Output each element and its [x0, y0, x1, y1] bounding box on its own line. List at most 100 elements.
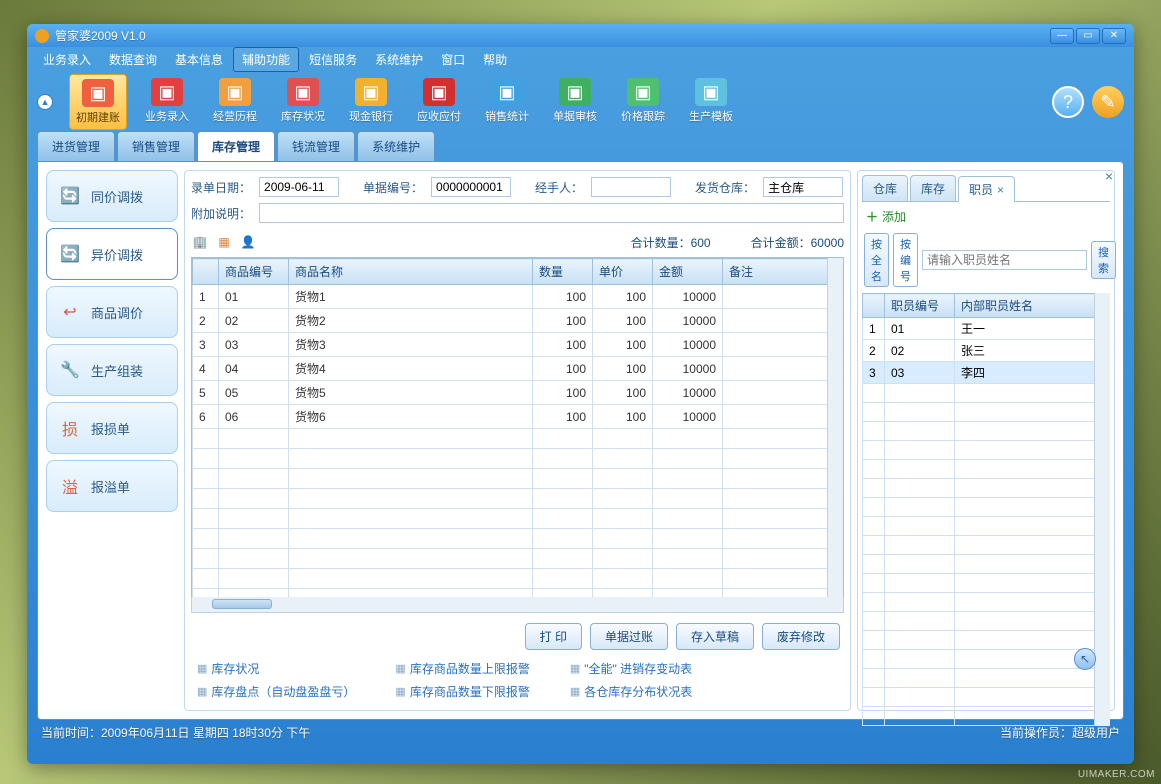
- grid-header-1[interactable]: 商品编号: [219, 259, 289, 285]
- date-input[interactable]: [259, 177, 339, 197]
- toolbar-icon-5: ▣: [423, 78, 455, 106]
- add-button[interactable]: ＋ 添加: [862, 202, 1110, 231]
- table-row[interactable]: 303货物310010010000: [193, 333, 843, 357]
- toolbar-9[interactable]: ▣生产模板: [683, 74, 739, 130]
- rp-header-1[interactable]: 职员编号: [885, 294, 955, 318]
- toolbar-0[interactable]: ▣初期建账: [69, 74, 127, 130]
- handler-label: 经手人：: [535, 179, 583, 196]
- right-panel-close-icon[interactable]: ×: [1105, 168, 1113, 184]
- collapse-toolbar-button[interactable]: ▲: [37, 94, 53, 110]
- table-row[interactable]: 404货物410010010000: [193, 357, 843, 381]
- quick-link-1-0[interactable]: 库存商品数量上限报警: [395, 660, 529, 677]
- menu-4[interactable]: 短信服务: [301, 48, 365, 71]
- menu-5[interactable]: 系统维护: [367, 48, 431, 71]
- main-tab-4[interactable]: 系统维护: [357, 131, 435, 161]
- docno-input[interactable]: [431, 177, 511, 197]
- handler-input[interactable]: [591, 177, 671, 197]
- rp-row[interactable]: 202张三: [863, 340, 1110, 362]
- titlebar[interactable]: 管家婆2009 V1.0 — ▭ ✕: [27, 24, 1134, 47]
- grid-header-4[interactable]: 单价: [593, 259, 653, 285]
- toolbar-1[interactable]: ▣业务录入: [139, 74, 195, 130]
- toolbar-7[interactable]: ▣单据审核: [547, 74, 603, 130]
- rp-tab-2[interactable]: 职员×: [958, 176, 1015, 202]
- menu-2[interactable]: 基本信息: [167, 48, 231, 71]
- rp-tab-close-icon[interactable]: ×: [997, 183, 1004, 197]
- quick-link-0-1[interactable]: 库存盘点（自动盘盈盘亏）: [197, 683, 355, 700]
- action-1[interactable]: 单据过账: [590, 623, 668, 650]
- toolbar-3[interactable]: ▣库存状况: [275, 74, 331, 130]
- sidebar-item-3[interactable]: 🔧生产组装: [46, 344, 178, 396]
- toolbar-icon-1: ▣: [151, 78, 183, 106]
- toolbar-4[interactable]: ▣现金银行: [343, 74, 399, 130]
- main-tabs: 进货管理销售管理库存管理钱流管理系统维护: [27, 133, 1134, 161]
- sum-qty-label: 合计数量：: [631, 236, 691, 250]
- app-window: 管家婆2009 V1.0 — ▭ ✕ 业务录入数据查询基本信息辅助功能短信服务系…: [27, 24, 1134, 764]
- grid-scrollbar-h[interactable]: [191, 597, 844, 613]
- filter-by-fullname-button[interactable]: 按全名: [864, 233, 889, 287]
- search-button[interactable]: 搜索: [1091, 241, 1116, 279]
- menu-7[interactable]: 帮助: [475, 48, 515, 71]
- toolbar-2[interactable]: ▣经营历程: [207, 74, 263, 130]
- grid-scrollbar-v[interactable]: [827, 258, 843, 597]
- main-tab-1[interactable]: 销售管理: [117, 131, 195, 161]
- rp-tab-1[interactable]: 库存: [910, 175, 956, 201]
- main-tab-2[interactable]: 库存管理: [197, 131, 275, 161]
- filter-by-code-button[interactable]: 按编号: [893, 233, 918, 287]
- quick-link-2-1[interactable]: 各仓库存分布状况表: [570, 683, 692, 700]
- minimize-button[interactable]: —: [1050, 28, 1074, 44]
- employee-scrollbar-v[interactable]: [1094, 293, 1110, 726]
- table-row[interactable]: 101货物110010010000: [193, 285, 843, 309]
- grid-header-0[interactable]: [193, 259, 219, 285]
- warehouse-input[interactable]: [763, 177, 843, 197]
- plus-icon: ＋: [866, 208, 878, 225]
- quick-link-0-0[interactable]: 库存状况: [197, 660, 355, 677]
- toolbar-5[interactable]: ▣应收应付: [411, 74, 467, 130]
- sidebar-item-2[interactable]: ↩商品调价: [46, 286, 178, 338]
- product-grid[interactable]: 商品编号商品名称数量单价金额备注 101货物110010010000202货物2…: [191, 257, 844, 598]
- employee-grid[interactable]: 职员编号内部职员姓名 101王一202张三303李四 ↖: [862, 293, 1110, 726]
- user-icon[interactable]: 👤: [239, 233, 257, 251]
- main-tab-3[interactable]: 钱流管理: [277, 131, 355, 161]
- grid-header-6[interactable]: 备注: [723, 259, 843, 285]
- table-row[interactable]: 202货物210010010000: [193, 309, 843, 333]
- close-button[interactable]: ✕: [1102, 28, 1126, 44]
- sidebar-item-0[interactable]: 🔄同价调拨: [46, 170, 178, 222]
- grid-header-3[interactable]: 数量: [533, 259, 593, 285]
- quick-link-1-1[interactable]: 库存商品数量下限报警: [395, 683, 529, 700]
- action-2[interactable]: 存入草稿: [676, 623, 754, 650]
- menu-6[interactable]: 窗口: [433, 48, 473, 71]
- building-icon[interactable]: 🏢: [191, 233, 209, 251]
- table-row[interactable]: 505货物510010010000: [193, 381, 843, 405]
- action-3[interactable]: 废弃修改: [762, 623, 840, 650]
- rp-row[interactable]: 303李四: [863, 362, 1110, 384]
- toolbar-8[interactable]: ▣价格跟踪: [615, 74, 671, 130]
- rp-tab-0[interactable]: 仓库: [862, 175, 908, 201]
- rp-header-0[interactable]: [863, 294, 885, 318]
- grid-header-5[interactable]: 金额: [653, 259, 723, 285]
- main-tab-0[interactable]: 进货管理: [37, 131, 115, 161]
- sum-amt-label: 合计金额：: [751, 236, 811, 250]
- sidebar-item-5[interactable]: 溢报溢单: [46, 460, 178, 512]
- content-area: 🔄同价调拨🔄异价调拨↩商品调价🔧生产组装损报损单溢报溢单 录单日期： 单据编号：…: [37, 161, 1124, 720]
- globe-icon[interactable]: ✎: [1092, 86, 1124, 118]
- maximize-button[interactable]: ▭: [1076, 28, 1100, 44]
- toolbar-icon-2: ▣: [219, 78, 251, 106]
- toolbar-icon-3: ▣: [287, 78, 319, 106]
- employee-search-input[interactable]: [922, 250, 1087, 270]
- table-row[interactable]: 606货物610010010000: [193, 405, 843, 429]
- toolbar-6[interactable]: ▣销售统计: [479, 74, 535, 130]
- sidebar-item-1[interactable]: 🔄异价调拨: [46, 228, 178, 280]
- menu-1[interactable]: 数据查询: [101, 48, 165, 71]
- app-icon: [35, 29, 49, 43]
- quick-link-2-0[interactable]: "全能" 进销存变动表: [570, 660, 692, 677]
- sidebar-item-4[interactable]: 损报损单: [46, 402, 178, 454]
- help-icon[interactable]: ?: [1052, 86, 1084, 118]
- menu-0[interactable]: 业务录入: [35, 48, 99, 71]
- grid-header-2[interactable]: 商品名称: [289, 259, 533, 285]
- rp-header-2[interactable]: 内部职员姓名: [955, 294, 1110, 318]
- grid-icon[interactable]: ▦: [215, 233, 233, 251]
- menu-3[interactable]: 辅助功能: [233, 47, 299, 72]
- action-0[interactable]: 打 印: [525, 623, 582, 650]
- note-input[interactable]: [259, 203, 844, 223]
- rp-row[interactable]: 101王一: [863, 318, 1110, 340]
